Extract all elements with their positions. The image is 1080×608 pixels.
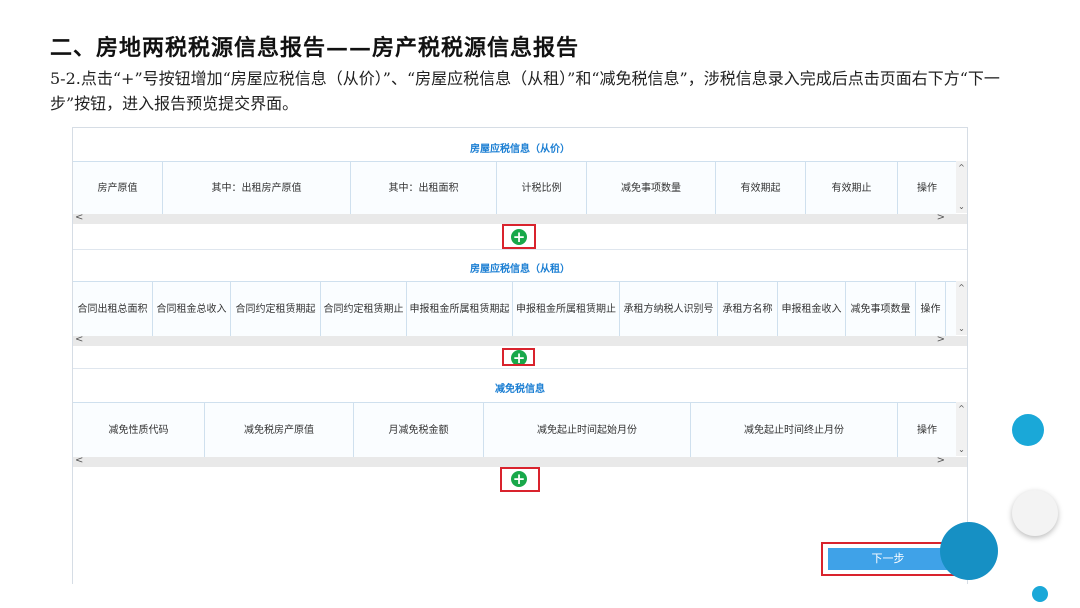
scroll-left-icon[interactable]: <	[75, 334, 83, 345]
decor-circle	[940, 522, 998, 580]
rent-col-11: 操作	[916, 282, 946, 336]
price-hscroll[interactable]: < >	[73, 212, 967, 224]
rent-col-10: 减免事项数量	[846, 282, 916, 336]
rent-col-5: 申报租金所属租赁期起	[407, 282, 513, 336]
highlight-next-step	[821, 542, 956, 576]
section-title-relief: 减免税信息	[495, 384, 545, 395]
relief-col-1: 减免性质代码	[73, 403, 205, 457]
rent-col-6: 申报租金所属租赁期止	[513, 282, 620, 336]
scroll-down-icon[interactable]: ⌄	[956, 445, 967, 454]
relief-col-5: 减免起止时间终止月份	[691, 403, 898, 457]
highlight-add-price	[502, 224, 536, 249]
price-table-header: 房产原值 其中：出租房产原值 其中：出租面积 计税比例 减免事项数量 有效期起 …	[73, 161, 956, 215]
section-title-rent: 房屋应税信息（从租）	[470, 264, 570, 275]
price-vscroll[interactable]: ^ ⌄	[956, 161, 967, 213]
tax-form-screen: 房屋应税信息（从价） 房产原值 其中：出租房产原值 其中：出租面积 计税比例 减…	[72, 127, 968, 584]
price-col-4: 计税比例	[497, 162, 587, 214]
scroll-left-icon[interactable]: <	[75, 455, 83, 466]
rent-col-7: 承租方纳税人识别号	[620, 282, 718, 336]
scroll-up-icon[interactable]: ^	[956, 163, 967, 172]
price-col-8: 操作	[917, 182, 937, 194]
rent-col-2: 合同租金总收入	[153, 282, 231, 336]
relief-hscroll[interactable]: < >	[73, 455, 967, 467]
decor-circle	[1012, 490, 1058, 536]
price-col-6: 有效期起	[716, 162, 806, 214]
price-col-2: 其中：出租房产原值	[163, 162, 351, 214]
rent-col-4: 合同约定租赁期止	[321, 282, 407, 336]
divider	[73, 249, 967, 250]
slide-title: 二、房地两税税源信息报告——房产税税源信息报告	[50, 35, 580, 61]
scroll-up-icon[interactable]: ^	[956, 283, 967, 292]
divider	[73, 368, 967, 369]
price-col-5: 减免事项数量	[587, 162, 716, 214]
scroll-down-icon[interactable]: ⌄	[956, 324, 967, 333]
relief-vscroll[interactable]: ^ ⌄	[956, 402, 967, 456]
slide-description: 5-2.点击“+”号按钮增加“房屋应税信息（从价）”、“房屋应税信息（从租）”和…	[50, 69, 1000, 113]
relief-col-6: 操作	[917, 424, 937, 436]
price-col-7: 有效期止	[806, 162, 898, 214]
relief-col-4: 减免起止时间起始月份	[484, 403, 691, 457]
price-col-3: 其中：出租面积	[351, 162, 497, 214]
highlight-add-rent	[502, 348, 535, 366]
rent-col-1: 合同出租总面积	[73, 282, 153, 336]
rent-col-8: 承租方名称	[718, 282, 778, 336]
scroll-down-icon[interactable]: ⌄	[956, 202, 967, 211]
scroll-up-icon[interactable]: ^	[956, 404, 967, 413]
highlight-add-relief	[500, 467, 540, 492]
relief-table-header: 减免性质代码 减免税房产原值 月减免税金额 减免起止时间起始月份 减免起止时间终…	[73, 402, 956, 458]
relief-col-3: 月减免税金额	[354, 403, 484, 457]
price-col-1: 房产原值	[73, 162, 163, 214]
scroll-right-icon[interactable]: >	[937, 212, 945, 223]
decor-circle	[1012, 414, 1044, 446]
scroll-right-icon[interactable]: >	[937, 334, 945, 345]
section-title-price: 房屋应税信息（从价）	[470, 144, 570, 155]
rent-hscroll[interactable]: < >	[73, 334, 967, 346]
rent-vscroll[interactable]: ^ ⌄	[956, 281, 967, 335]
scroll-right-icon[interactable]: >	[937, 455, 945, 466]
rent-col-3: 合同约定租赁期起	[231, 282, 321, 336]
rent-table-header: 合同出租总面积 合同租金总收入 合同约定租赁期起 合同约定租赁期止 申报租金所属…	[73, 281, 956, 337]
scroll-left-icon[interactable]: <	[75, 212, 83, 223]
relief-col-2: 减免税房产原值	[205, 403, 354, 457]
rent-col-9: 申报租金收入	[778, 282, 846, 336]
decor-circle	[1032, 586, 1048, 602]
